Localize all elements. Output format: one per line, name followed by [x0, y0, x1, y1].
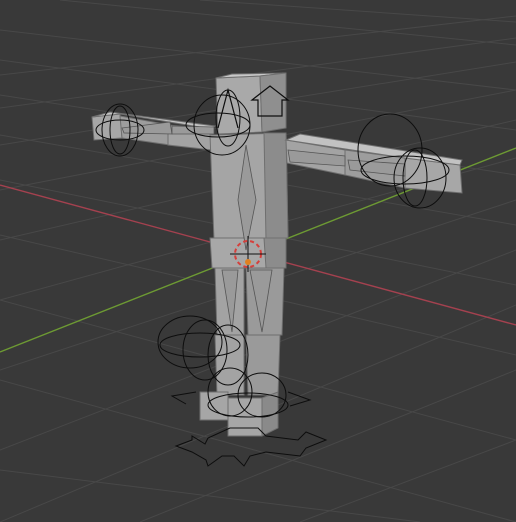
torso-side: [263, 132, 289, 241]
3d-viewport[interactable]: [0, 0, 516, 522]
left-foot: [199, 391, 229, 421]
hips-side: [263, 237, 287, 269]
origin-dot: [245, 259, 251, 265]
